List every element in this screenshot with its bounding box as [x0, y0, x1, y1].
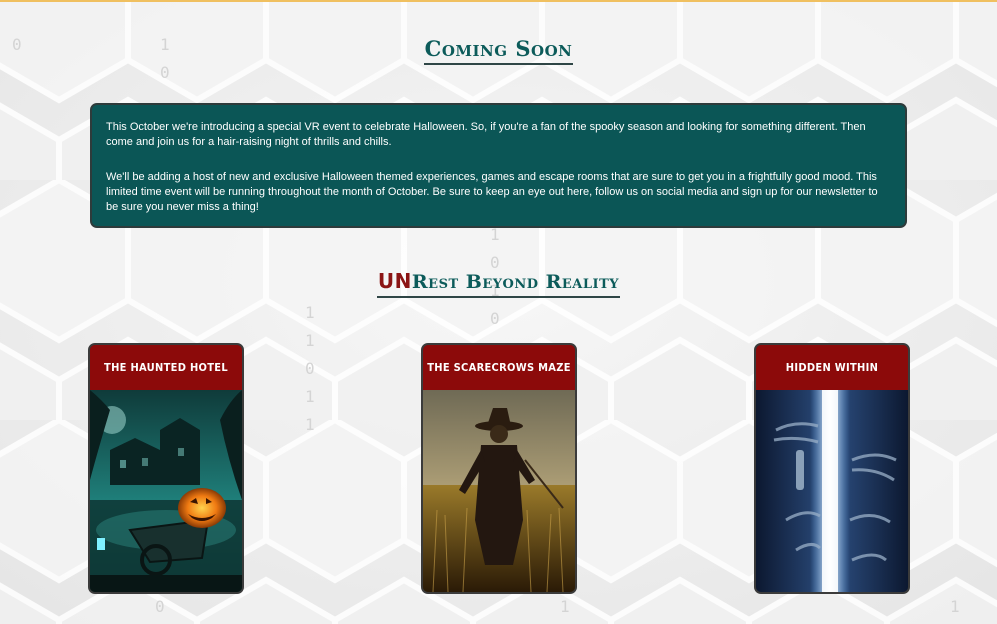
scarecrows-maze-image [423, 390, 575, 592]
card-title: The Haunted Hotel [90, 345, 242, 390]
event-info-box: This October we're introducing a special… [90, 103, 907, 228]
svg-text:1: 1 [305, 331, 315, 350]
event-info-paragraph-2: We'll be adding a host of new and exclus… [106, 171, 878, 213]
unrest-heading-wrap: UNRest Beyond Reality [0, 270, 997, 298]
card-haunted-hotel[interactable]: The Haunted Hotel [88, 343, 244, 594]
svg-text:0: 0 [160, 63, 170, 82]
svg-text:1: 1 [305, 415, 315, 434]
svg-text:0: 0 [490, 309, 500, 328]
card-title: The Scarecrows Maze [423, 345, 575, 390]
coming-soon-heading-wrap: Coming Soon [0, 37, 997, 65]
card-hidden-within[interactable]: Hidden Within [754, 343, 910, 594]
svg-text:1: 1 [560, 597, 570, 616]
hidden-within-image [756, 390, 908, 592]
svg-text:0: 0 [155, 597, 165, 616]
unrest-heading-text: Rest Beyond Reality [411, 271, 620, 293]
coming-soon-heading: Coming Soon [423, 37, 574, 65]
top-accent-line [0, 0, 997, 2]
unrest-logo-prefix: UN [377, 269, 412, 293]
svg-text:1: 1 [950, 597, 960, 616]
svg-text:0: 0 [305, 359, 315, 378]
svg-text:1: 1 [305, 387, 315, 406]
event-info-paragraph-1: This October we're introducing a special… [106, 121, 866, 148]
haunted-hotel-image [90, 390, 242, 592]
unrest-heading: UNRest Beyond Reality [376, 269, 621, 298]
card-title: Hidden Within [756, 345, 908, 390]
svg-text:1: 1 [305, 303, 315, 322]
card-scarecrows-maze[interactable]: The Scarecrows Maze [421, 343, 577, 594]
